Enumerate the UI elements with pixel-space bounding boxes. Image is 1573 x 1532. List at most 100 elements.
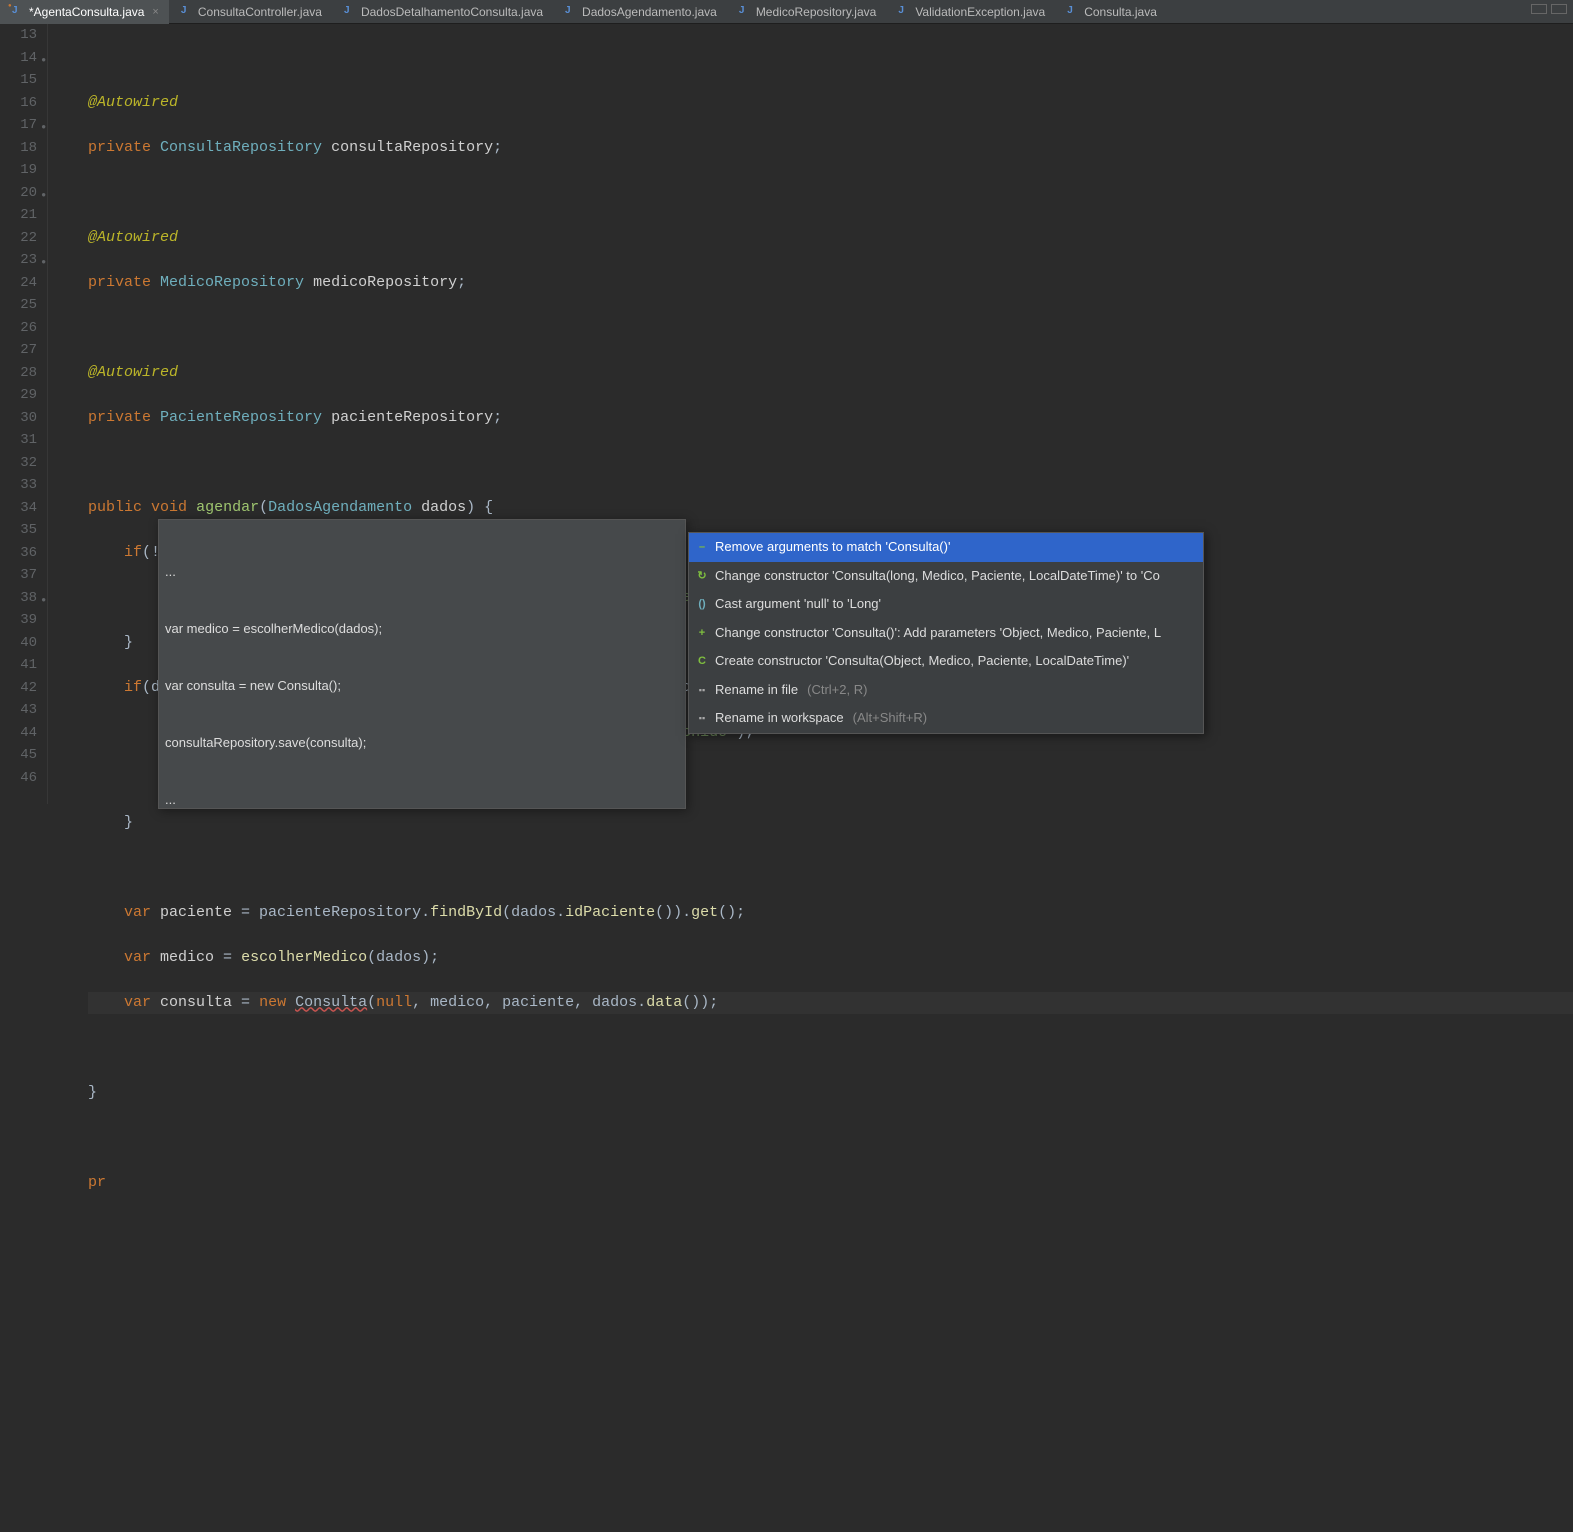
quickfix-item[interactable]: ▪▪Rename in workspace(Alt+Shift+R) [689,704,1203,733]
punct: ()); [682,994,718,1011]
quickfix-icon: ↻ [695,569,709,583]
variable: pacienteRepository [331,409,493,426]
close-icon[interactable]: × [152,6,158,18]
quickfix-icon: ▪▪ [695,711,709,725]
quickfix-icon: – [695,540,709,554]
code-area[interactable]: @Autowired private ConsultaRepository co… [48,24,1573,804]
line-number: 31 [0,429,37,452]
tab-agenta-consulta[interactable]: *AgentaConsulta.java× [0,0,169,24]
punct: ( [367,994,376,1011]
type: DadosAgendamento [268,499,412,516]
tab-label: Consulta.java [1084,5,1157,19]
quickfix-label: Change constructor 'Consulta(long, Medic… [715,565,1160,588]
keyword: pr [88,1174,106,1191]
line-number: 32 [0,452,37,475]
tab-validation-exception[interactable]: ValidationException.java [886,0,1055,24]
punct: ; [493,409,502,426]
java-file-icon [1065,5,1079,19]
method: findById [430,904,502,921]
line-number: 15 [0,69,37,92]
variable: medicoRepository [313,274,457,291]
java-file-icon [10,5,24,19]
tab-consulta[interactable]: Consulta.java [1055,0,1167,24]
variable: consultaRepository [331,139,493,156]
java-file-icon [737,5,751,19]
punct: ) { [466,499,493,516]
line-number: 30 [0,407,37,430]
error-type: Consulta [295,994,367,1011]
line-number: 46 [0,767,37,790]
punct: } [88,634,133,651]
line-gutter: 1314151617181920212223242526272829303132… [0,24,48,804]
editor-tabs: *AgentaConsulta.java× ConsultaController… [0,0,1573,24]
hover-dots: ... [165,790,679,809]
tab-dados-detalhamento[interactable]: DadosDetalhamentoConsulta.java [332,0,553,24]
line-number: 21 [0,204,37,227]
quickfix-item[interactable]: –Remove arguments to match 'Consulta()' [689,533,1203,562]
line-number: 17 [0,114,37,137]
window-buttons [1531,4,1567,14]
keyword: private [88,274,151,291]
line-number: 35 [0,519,37,542]
keyword: var [88,904,151,921]
code-editor[interactable]: 1314151617181920212223242526272829303132… [0,24,1573,804]
keyword: null [376,994,412,1011]
method: escolherMedico [241,949,367,966]
tab-dados-agendamento[interactable]: DadosAgendamento.java [553,0,727,24]
line-number: 39 [0,609,37,632]
keyword: new [259,994,286,1011]
hover-line: var consulta = new Consulta(); [165,676,679,695]
keyword: if [88,544,142,561]
punct: (); [718,904,745,921]
hover-line: consultaRepository.save(consulta); [165,733,679,752]
line-number: 37 [0,564,37,587]
line-number: 43 [0,699,37,722]
annotation: @Autowired [88,364,178,381]
tab-consulta-controller[interactable]: ConsultaController.java [169,0,332,24]
quickfix-label: Cast argument 'null' to 'Long' [715,593,881,616]
maximize-icon[interactable] [1551,4,1567,14]
quickfix-label: Rename in workspace [715,707,844,730]
punct: ; [457,274,466,291]
keyword: private [88,409,151,426]
quickfix-icon: C [695,654,709,668]
line-number: 16 [0,92,37,115]
tab-label: ConsultaController.java [198,5,322,19]
quickfix-label: Rename in file [715,679,798,702]
java-file-icon [896,5,910,19]
quickfix-item[interactable]: ▪▪Rename in file(Ctrl+2, R) [689,676,1203,705]
tab-label: DadosAgendamento.java [582,5,717,19]
quickfix-icon: () [695,597,709,611]
line-number: 24 [0,272,37,295]
quickfix-item[interactable]: () Cast argument 'null' to 'Long' [689,590,1203,619]
variable: medico [160,949,214,966]
method: agendar [196,499,259,516]
punct: (dados); [367,949,439,966]
type: ConsultaRepository [160,139,322,156]
line-number: 27 [0,339,37,362]
line-number: 36 [0,542,37,565]
line-number: 22 [0,227,37,250]
punct: } [88,1084,97,1101]
hover-dots: ... [165,562,679,581]
annotation: @Autowired [88,229,178,246]
quickfix-icon: + [695,626,709,640]
line-number: 40 [0,632,37,655]
line-number: 29 [0,384,37,407]
punct: ; [493,139,502,156]
quickfix-label: Remove arguments to match 'Consulta()' [715,536,950,559]
quickfix-item[interactable]: C Create constructor 'Consulta(Object, Me… [689,647,1203,676]
quickfix-item[interactable]: +Change constructor 'Consulta()': Add pa… [689,619,1203,648]
quickfix-menu[interactable]: –Remove arguments to match 'Consulta()'↻… [688,532,1204,734]
variable: paciente [160,904,232,921]
hover-line: var medico = escolherMedico(dados); [165,619,679,638]
line-number: 42 [0,677,37,700]
minimize-icon[interactable] [1531,4,1547,14]
line-number: 13 [0,24,37,47]
quickfix-item[interactable]: ↻ Change constructor 'Consulta(long, Medi… [689,562,1203,591]
annotation: @Autowired [88,94,178,111]
tab-medico-repository[interactable]: MedicoRepository.java [727,0,887,24]
expr: (dados. [502,904,565,921]
keyword: void [151,499,187,516]
quickfix-label: Create constructor 'Consulta(Object, Med… [715,650,1129,673]
